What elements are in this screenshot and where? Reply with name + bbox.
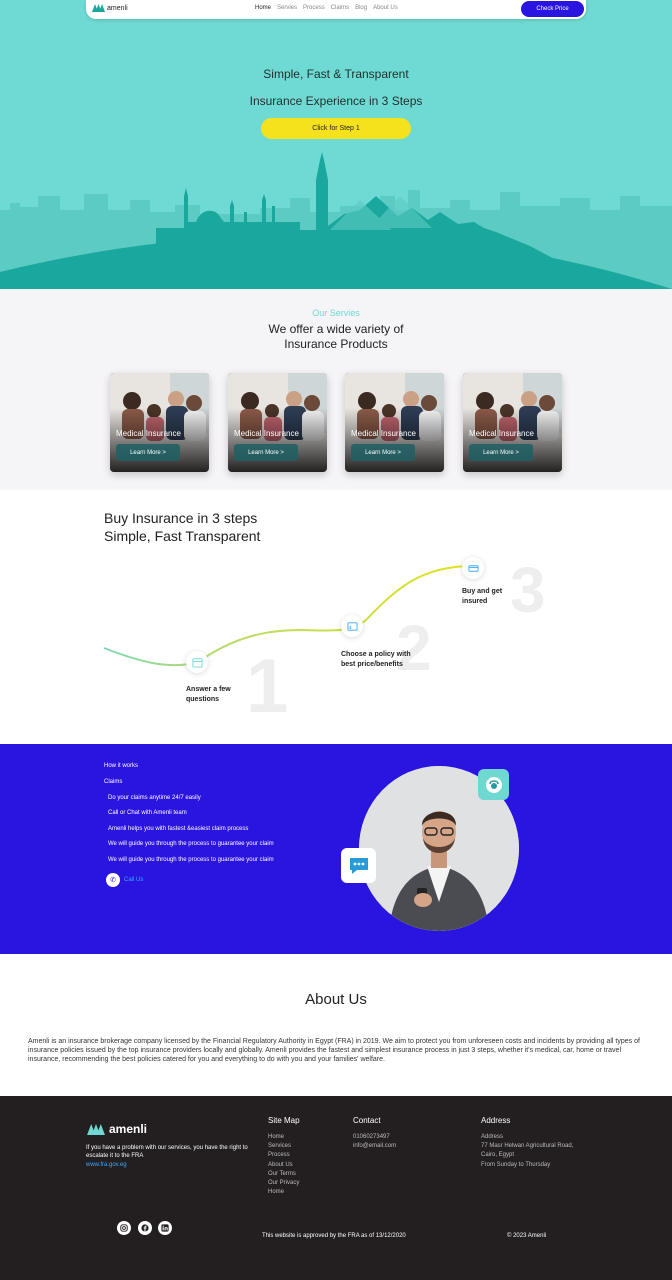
contact-title: Contact	[353, 1116, 381, 1125]
services-section: Our Servies We offer a wide variety of I…	[0, 289, 672, 490]
about-section: About Us Amenli is an insurance brokerag…	[0, 954, 672, 1096]
claims-item: Amenli helps you with fastest &easiest c…	[108, 826, 249, 832]
service-card-label: Medical Insurance	[234, 429, 299, 438]
service-card[interactable]: Medical Insurance Learn More >	[228, 373, 327, 472]
services-title-line1: We offer a wide variety of	[268, 322, 404, 336]
service-card[interactable]: Medical Insurance Learn More >	[345, 373, 444, 472]
step-1-line1: Answer a few	[186, 686, 231, 693]
learn-more-button[interactable]: Learn More >	[116, 444, 180, 461]
nav-link-about[interactable]: About Us	[373, 5, 398, 11]
service-card[interactable]: Medical Insurance Learn More >	[463, 373, 562, 472]
address-line: 77 Masr Helwan Agricultural Road,	[481, 1143, 574, 1149]
sitemap-link-services[interactable]: Services	[268, 1143, 291, 1149]
address-title: Address	[481, 1116, 511, 1125]
footer: amenli If you have a problem with our se…	[0, 1096, 672, 1280]
price-icon: $	[341, 615, 363, 637]
phone-icon: ✆	[106, 873, 120, 887]
nav-link-blog[interactable]: Blog	[355, 5, 367, 11]
top-navbar: amenli Home Servies Process Claims Blog …	[86, 0, 586, 19]
sitemap-link-about[interactable]: About Us	[268, 1162, 293, 1168]
logo-text: amenli	[107, 4, 128, 12]
sitemap-link-privacy[interactable]: Our Privacy	[268, 1180, 299, 1186]
sitemap-link-home-2[interactable]: Home	[268, 1189, 284, 1195]
step-3-label: Buy and get insured	[462, 587, 502, 607]
learn-more-button[interactable]: Learn More >	[234, 444, 298, 461]
facebook-icon[interactable]	[138, 1221, 152, 1235]
steps-section: Buy Insurance in 3 steps Simple, Fast Tr…	[0, 490, 672, 744]
nav-link-process[interactable]: Process	[303, 5, 325, 11]
step-3-line2: insured	[462, 598, 488, 605]
contact-phone[interactable]: 01060273497	[353, 1134, 390, 1140]
hero-step1-button[interactable]: Click for Step 1	[261, 118, 411, 139]
service-card-label: Medical Insurance	[116, 429, 181, 438]
service-card[interactable]: Medical Insurance Learn More >	[110, 373, 209, 472]
hero-section: Simple, Fast & Transparent Insurance Exp…	[0, 0, 672, 289]
nav-link-services[interactable]: Servies	[277, 5, 297, 11]
claims-item: We will guide you through the process to…	[108, 841, 274, 847]
amenli-logo[interactable]: amenli	[92, 4, 128, 12]
step-2-line2: best price/benefits	[341, 661, 403, 668]
support-agent-icon	[478, 769, 509, 800]
calendar-icon	[186, 651, 208, 673]
step-2-line1: Choose a policy with	[341, 651, 411, 658]
instagram-icon[interactable]	[117, 1221, 131, 1235]
steps-path-graphic: 1 2 3	[103, 554, 546, 729]
services-kicker: Our Servies	[312, 308, 360, 318]
about-title: About Us	[305, 991, 367, 1008]
step-number-3: 3	[510, 554, 546, 626]
sitemap-link-process[interactable]: Process	[268, 1152, 290, 1158]
footer-logo-text: amenli	[109, 1122, 148, 1136]
sitemap-title: Site Map	[268, 1116, 300, 1125]
learn-more-button[interactable]: Learn More >	[469, 444, 533, 461]
call-us-text: Call Us	[124, 877, 144, 883]
contact-email[interactable]: info@email.com	[353, 1143, 396, 1149]
address-line: Cairo, Egypt	[481, 1152, 515, 1158]
sitemap-link-terms[interactable]: Our Terms	[268, 1171, 296, 1177]
copyright-text: © 2023 Amenli	[507, 1233, 547, 1239]
sitemap-link-home[interactable]: Home	[268, 1134, 284, 1140]
footer-logo[interactable]: amenli	[86, 1122, 147, 1136]
step-2-label: Choose a policy with best price/benefits	[341, 650, 411, 670]
card-payment-icon	[462, 557, 484, 579]
address-line: Address	[481, 1134, 504, 1140]
amenli-logo-icon	[92, 4, 105, 12]
services-title-line2: Insurance Products	[284, 337, 388, 351]
service-card-label: Medical Insurance	[469, 429, 534, 438]
claims-title: Claims	[104, 779, 123, 785]
claims-item: Call or Chat with Amenli team	[108, 810, 187, 816]
amenli-logo-icon	[87, 1123, 105, 1135]
step-number-2: 2	[396, 612, 432, 684]
services-title: We offer a wide variety of Insurance Pro…	[0, 322, 672, 352]
chat-bubble-icon	[341, 848, 376, 883]
fra-link[interactable]: www.fra.gov.eg	[86, 1162, 127, 1168]
step-1-line2: questions	[186, 696, 220, 703]
about-text: Amenli is an insurance brokerage company…	[28, 1038, 640, 1063]
linkedin-icon[interactable]	[158, 1221, 172, 1235]
hero-subheadline: Insurance Experience in 3 Steps	[249, 94, 423, 108]
call-us-link[interactable]: ✆ Call Us	[106, 873, 143, 887]
footer-description: If you have a problem with our services,…	[86, 1145, 248, 1159]
cairo-skyline-illustration	[0, 152, 672, 289]
svg-text:$: $	[348, 624, 351, 629]
fra-approval-text: This website is approved by the FRA as o…	[262, 1233, 406, 1239]
claims-section: How it works Claims Do your claims anyti…	[0, 744, 672, 954]
claims-item: Do your claims anytime 24/7 easily	[108, 795, 201, 801]
nav-link-home[interactable]: Home	[255, 5, 271, 11]
claims-item: We will guide you through the process to…	[108, 857, 274, 863]
check-price-button[interactable]: Check Price	[521, 1, 584, 17]
address-hours: From Sunday to Thursday	[481, 1162, 551, 1168]
step-3-line1: Buy and get	[462, 588, 503, 595]
hero-headline: Simple, Fast & Transparent	[263, 67, 409, 81]
step-1-label: Answer a few questions	[186, 685, 231, 705]
step-number-1: 1	[246, 644, 288, 729]
how-it-works-label: How it works	[104, 763, 139, 769]
learn-more-button[interactable]: Learn More >	[351, 444, 415, 461]
service-card-label: Medical Insurance	[351, 429, 416, 438]
nav-links: Home Servies Process Claims Blog About U…	[255, 5, 398, 11]
nav-link-claims[interactable]: Claims	[331, 5, 349, 11]
